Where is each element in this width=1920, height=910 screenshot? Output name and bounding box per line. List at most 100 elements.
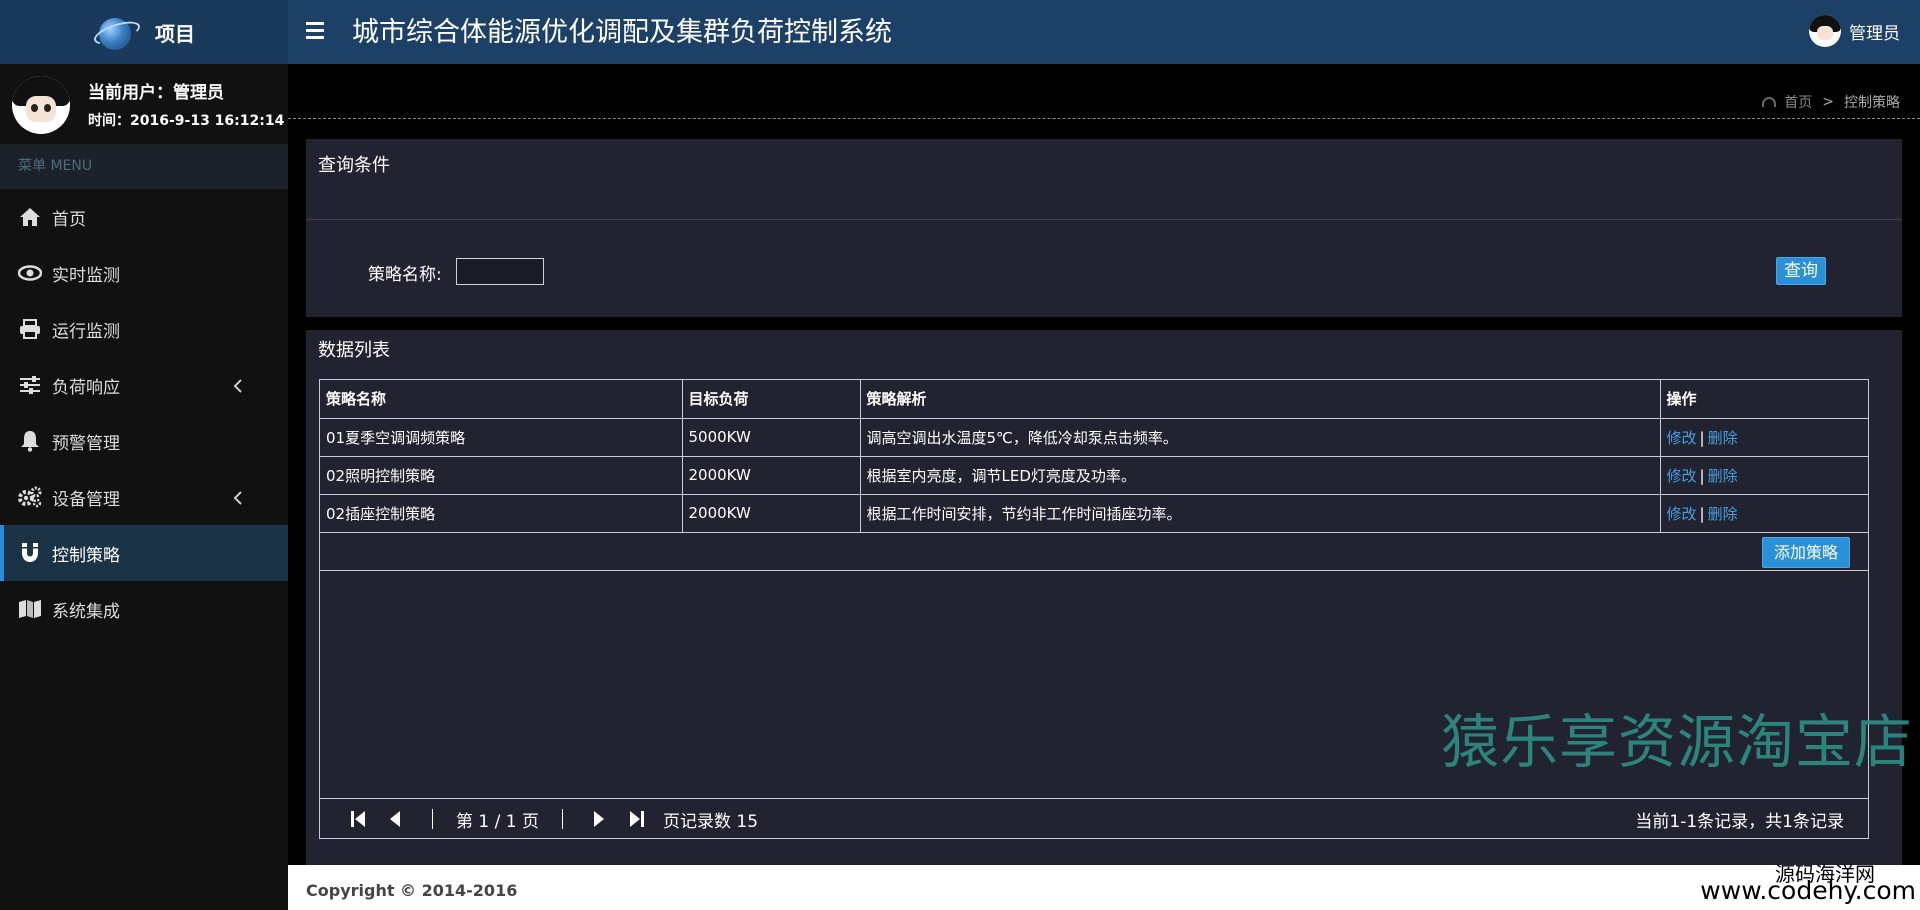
logo-title: 项目 (155, 21, 195, 46)
action-separator: | (1699, 504, 1705, 523)
last-page-icon[interactable] (630, 811, 644, 827)
current-time-label: 时间：2016-9-13 16:12:14 (88, 113, 285, 129)
data-table: 策略名称 目标负荷 策略解析 操作 01夏季空调调频策略 5000KW 调高空调… (320, 380, 1868, 571)
sidebar: 当前用户：管理员 时间：2016-9-13 16:12:14 菜单 MENU 首… (0, 64, 288, 910)
page-size-label: 页记录数 15 (663, 812, 759, 832)
sidebar-item-label: 实时监测 (52, 265, 120, 286)
sidebar-item-label: 控制策略 (52, 545, 120, 566)
sidebar-item-load-response[interactable]: 负荷响应 (0, 357, 288, 413)
chevron-left-icon (232, 376, 244, 394)
breadcrumb-bar: 首页 > 控制策略 (288, 64, 1920, 119)
printer-icon (18, 318, 42, 340)
cell-strategy-name: 02照明控制策略 (320, 455, 683, 495)
sidebar-item-realtime-monitoring[interactable]: 实时监测 (0, 245, 288, 301)
gears-icon (18, 486, 42, 508)
cell-target-load: 5000KW (681, 417, 861, 457)
chevron-left-icon (232, 488, 244, 506)
avatar (1809, 15, 1841, 47)
edit-link[interactable]: 修改 (1667, 429, 1697, 447)
eye-icon (18, 262, 42, 284)
breadcrumb-separator: > (1822, 94, 1834, 110)
watermark-text: 猿乐享资源淘宝店 (1441, 708, 1914, 776)
action-separator: | (1699, 428, 1705, 447)
query-panel: 查询条件 策略名称: 查询 (306, 139, 1902, 317)
top-bar: 项目 城市综合体能源优化调配及集群负荷控制系统 管理员 (0, 0, 1920, 64)
add-row-cell: 添加策略 (320, 531, 1868, 571)
cell-strategy-analysis: 根据室内亮度，调节LED灯亮度及功率。 (859, 455, 1661, 495)
menu-toggle-icon[interactable] (306, 18, 324, 46)
breadcrumb-home[interactable]: 首页 (1784, 92, 1812, 112)
first-page-icon[interactable] (351, 811, 365, 827)
table-row: 02插座控制策略 2000KW 根据工作时间安排，节约非工作时间插座功率。 修改… (320, 493, 1868, 533)
dashboard-icon (1762, 97, 1777, 107)
action-separator: | (1699, 466, 1705, 485)
add-strategy-button[interactable]: 添加策略 (1762, 536, 1850, 568)
data-list-title: 数据列表 (318, 340, 390, 361)
logo-area[interactable]: 项目 (0, 0, 288, 64)
delete-link[interactable]: 删除 (1708, 467, 1738, 485)
column-header-strategy-name[interactable]: 策略名称 (320, 380, 683, 419)
sidebar-item-label: 设备管理 (52, 489, 120, 510)
cell-strategy-analysis: 调高空调出水温度5℃，降低冷却泵点击频率。 (859, 417, 1661, 457)
sidebar-item-label: 系统集成 (52, 601, 120, 622)
sidebar-item-operation-monitoring[interactable]: 运行监测 (0, 301, 288, 357)
sidebar-item-label: 负荷响应 (52, 377, 120, 398)
sidebar-item-device-management[interactable]: 设备管理 (0, 469, 288, 525)
column-header-actions: 操作 (1659, 380, 1868, 419)
pager-separator (562, 809, 563, 829)
sidebar-item-label: 运行监测 (52, 321, 120, 342)
edit-link[interactable]: 修改 (1667, 505, 1697, 523)
map-icon (18, 598, 42, 620)
strategy-name-input[interactable] (456, 258, 544, 285)
pager-separator (432, 809, 433, 829)
magnet-icon (18, 542, 42, 564)
breadcrumb-current: 控制策略 (1844, 95, 1900, 111)
cell-target-load: 2000KW (681, 493, 861, 533)
top-user-name: 管理员 (1849, 23, 1900, 44)
add-row: 添加策略 (320, 531, 1868, 571)
user-profile: 当前用户：管理员 时间：2016-9-13 16:12:14 (0, 64, 288, 144)
cell-target-load: 2000KW (681, 455, 861, 495)
record-summary: 当前1-1条记录，共1条记录 (1635, 812, 1844, 832)
query-panel-title: 查询条件 (318, 155, 390, 176)
page-indicator: 第 1 / 1 页 (456, 812, 539, 832)
query-button[interactable]: 查询 (1776, 257, 1826, 285)
edit-link[interactable]: 修改 (1667, 467, 1697, 485)
delete-link[interactable]: 删除 (1708, 429, 1738, 447)
divider (306, 219, 1902, 220)
watermark-site-url: www.codehy.com (1700, 876, 1916, 905)
cell-strategy-analysis: 根据工作时间安排，节约非工作时间插座功率。 (859, 493, 1661, 533)
cell-actions: 修改 | 删除 (1659, 417, 1868, 457)
top-user-menu[interactable]: 管理员 (1809, 15, 1900, 47)
sidebar-item-label: 预警管理 (52, 433, 120, 454)
data-list-panel: 数据列表 策略名称 目标负荷 策略解析 操作 01夏季空调调频策略 5000KW… (306, 330, 1902, 865)
globe-logo-icon (91, 12, 143, 52)
bell-icon (18, 430, 42, 452)
table-row: 02照明控制策略 2000KW 根据室内亮度，调节LED灯亮度及功率。 修改 | 删… (320, 455, 1868, 495)
sidebar-item-control-strategy[interactable]: 控制策略 (0, 525, 288, 581)
cell-actions: 修改 | 删除 (1659, 493, 1868, 533)
table-header-row: 策略名称 目标负荷 策略解析 操作 (320, 380, 1868, 419)
column-header-target-load[interactable]: 目标负荷 (681, 380, 861, 419)
copyright-text: Copyright © 2014-2016 (306, 881, 518, 900)
cell-actions: 修改 | 删除 (1659, 455, 1868, 495)
sidebar-item-label: 首页 (52, 209, 86, 230)
system-title: 城市综合体能源优化调配及集群负荷控制系统 (352, 17, 892, 48)
current-user-label: 当前用户：管理员 (88, 83, 224, 103)
sidebar-item-home[interactable]: 首页 (0, 189, 288, 245)
footer: Copyright © 2014-2016 (288, 865, 1920, 910)
cell-strategy-name: 02插座控制策略 (320, 493, 683, 533)
sidebar-item-alert-management[interactable]: 预警管理 (0, 413, 288, 469)
breadcrumb: 首页 > 控制策略 (1762, 92, 1900, 112)
pagination-bar: 第 1 / 1 页 页记录数 15 当前1-1条记录，共1条记录 (320, 798, 1868, 838)
next-page-icon[interactable] (594, 811, 604, 827)
strategy-name-label: 策略名称: (368, 265, 442, 285)
home-icon (18, 206, 42, 228)
menu-header: 菜单 MENU (0, 144, 288, 189)
column-header-strategy-analysis[interactable]: 策略解析 (859, 380, 1661, 419)
sidebar-item-system-integration[interactable]: 系统集成 (0, 581, 288, 637)
prev-page-icon[interactable] (390, 811, 400, 827)
delete-link[interactable]: 删除 (1708, 505, 1738, 523)
sliders-icon (18, 374, 42, 396)
profile-avatar (12, 76, 70, 134)
